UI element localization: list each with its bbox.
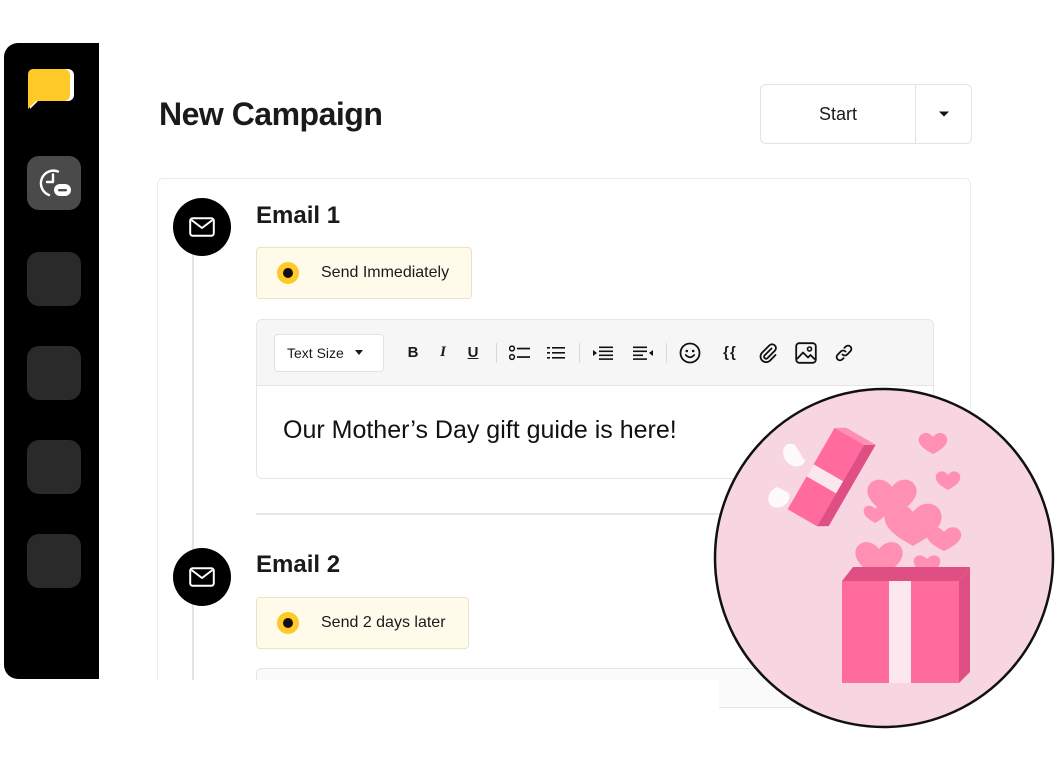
sidebar-item-campaigns[interactable] — [27, 156, 81, 210]
email-1-title: Email 1 — [256, 202, 341, 229]
emoji-icon — [679, 342, 701, 363]
email-1-marker — [173, 198, 231, 256]
schedule-label: Send Immediately — [321, 264, 450, 281]
sidebar-item-5[interactable] — [27, 534, 81, 588]
envelope-icon — [189, 567, 215, 587]
attachment-button[interactable] — [753, 338, 783, 368]
editor-toolbar: Text Size B I U {{ — [257, 320, 933, 386]
toolbar-separator — [496, 342, 497, 363]
start-button[interactable]: Start — [761, 85, 916, 143]
image-icon — [795, 341, 817, 364]
indent-button[interactable] — [588, 338, 618, 368]
insert-image-button[interactable] — [791, 338, 821, 368]
clock-minus-icon — [39, 169, 71, 197]
sidebar-item-4[interactable] — [27, 440, 81, 494]
sidebar-item-3[interactable] — [27, 346, 81, 400]
numbered-list-icon — [547, 346, 565, 359]
caret-down-icon — [354, 350, 363, 355]
page-background — [99, 680, 719, 760]
attachment-icon — [759, 342, 777, 363]
toolbar-separator — [666, 342, 667, 363]
chat-logo-icon[interactable] — [28, 69, 76, 111]
underline-button[interactable]: U — [458, 338, 488, 368]
sidebar-item-2[interactable] — [27, 252, 81, 306]
toolbar-separator — [579, 342, 580, 363]
radio-selected-icon — [277, 262, 299, 284]
email-2-title: Email 2 — [256, 551, 341, 578]
envelope-icon — [189, 217, 215, 237]
emoji-button[interactable] — [675, 338, 705, 368]
sidebar — [4, 43, 99, 679]
outdent-button[interactable] — [628, 338, 658, 368]
radio-selected-icon — [277, 612, 299, 634]
email-1-schedule-option[interactable]: Send Immediately — [256, 247, 473, 299]
timeline-line — [192, 240, 194, 680]
schedule-label: Send 2 days later — [321, 614, 446, 631]
link-icon — [835, 344, 853, 361]
italic-button[interactable]: I — [428, 338, 458, 368]
insert-variable-button[interactable]: {{ — [715, 338, 745, 368]
bulleted-list-button[interactable] — [505, 338, 535, 368]
email-2-schedule-option[interactable]: Send 2 days later — [256, 597, 469, 649]
email-2-marker — [173, 548, 231, 606]
insert-link-button[interactable] — [829, 338, 859, 368]
bold-button[interactable]: B — [398, 338, 428, 368]
numbered-list-button[interactable] — [541, 338, 571, 368]
start-button-group: Start — [760, 84, 972, 144]
gift-illustration — [713, 387, 1055, 729]
text-size-dropdown[interactable]: Text Size — [274, 333, 384, 372]
bulleted-list-icon — [509, 344, 530, 360]
page-title: New Campaign — [159, 96, 383, 132]
text-size-label: Text Size — [287, 344, 344, 361]
start-dropdown-toggle[interactable] — [916, 85, 971, 143]
outdent-icon — [633, 346, 653, 360]
caret-down-icon — [938, 111, 949, 117]
indent-icon — [593, 346, 613, 360]
